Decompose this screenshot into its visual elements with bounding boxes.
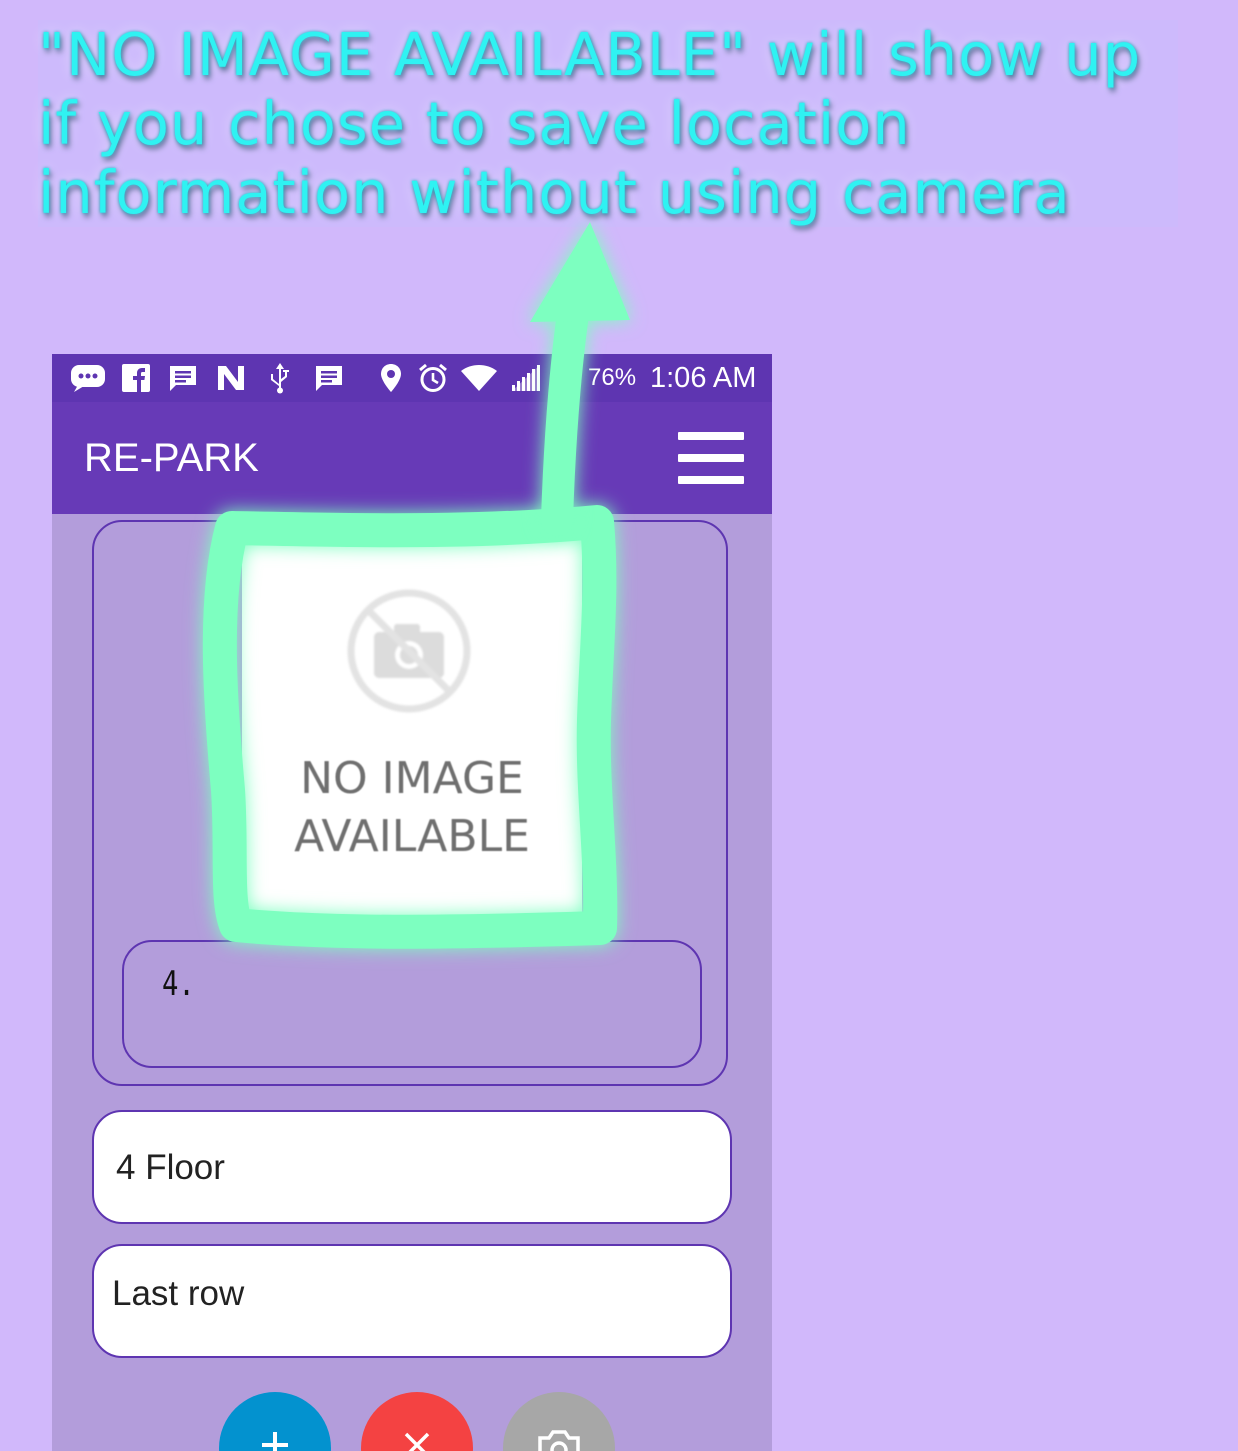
highlight-arrow-overlay (202, 222, 630, 949)
arrow-icon (530, 222, 630, 536)
highlight-outline (202, 505, 618, 949)
